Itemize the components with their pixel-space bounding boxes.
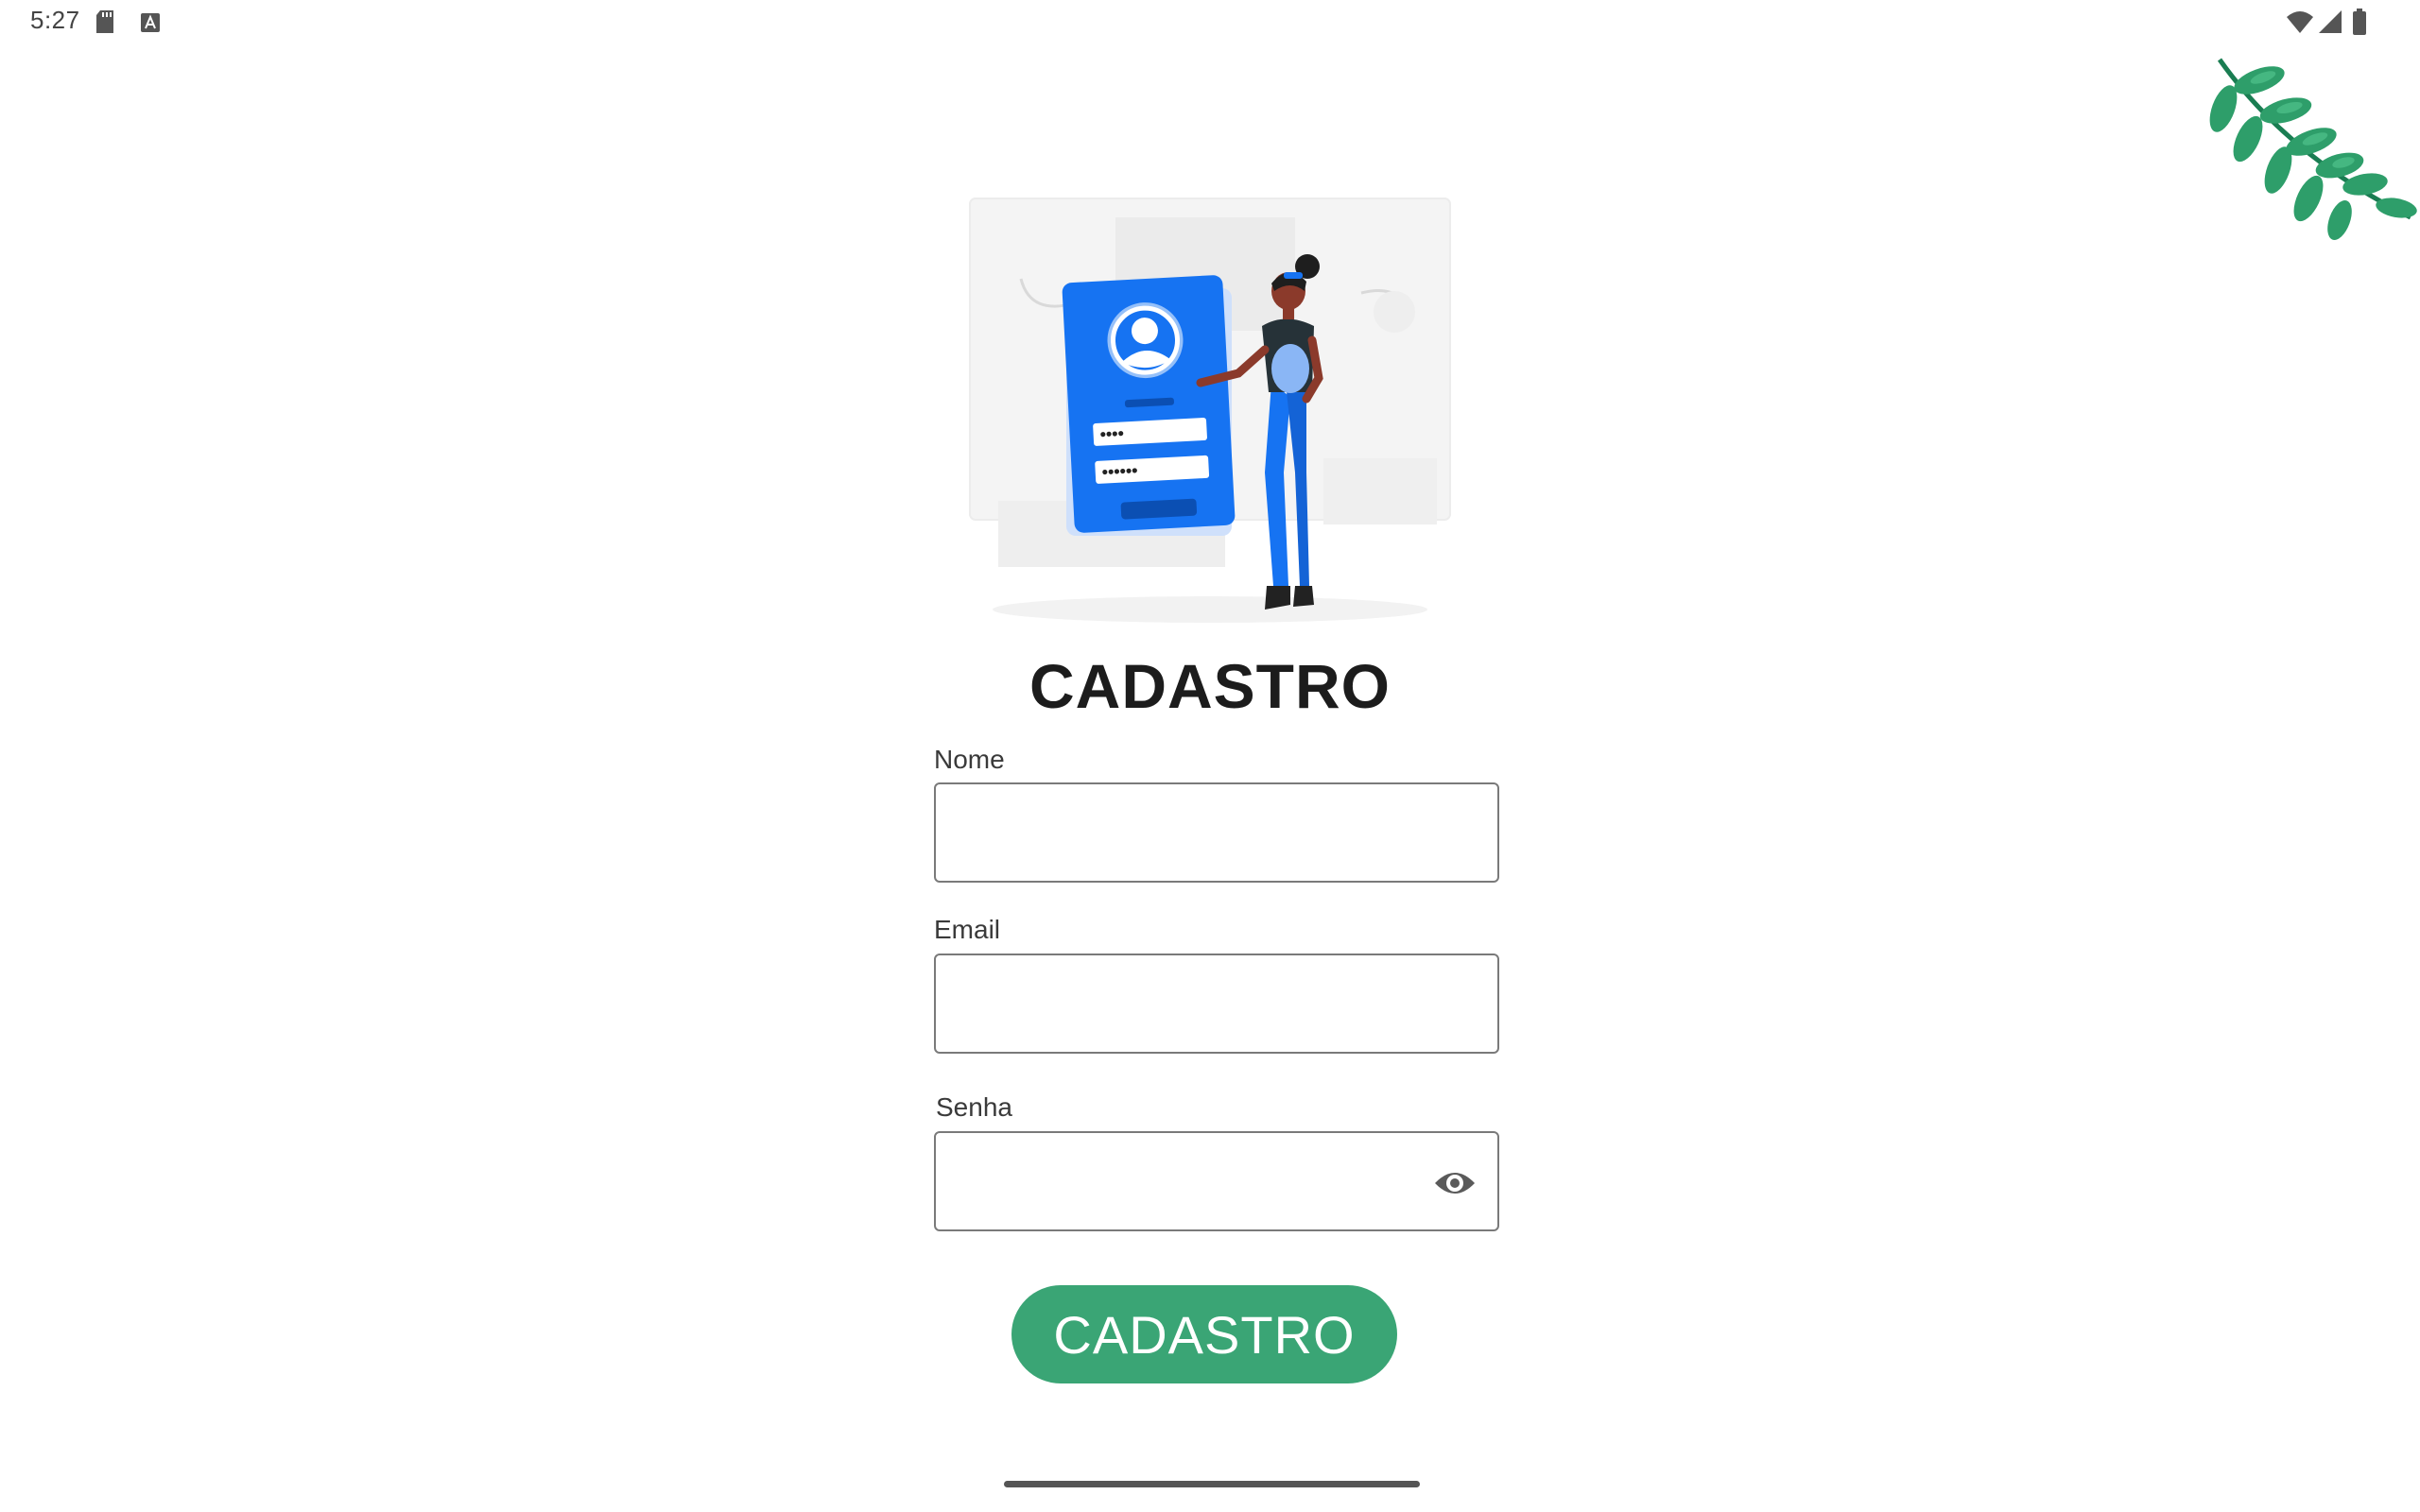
status-time: 5:27	[30, 6, 80, 34]
name-label: Nome	[934, 745, 1005, 774]
email-label: Email	[934, 915, 1001, 944]
cellular-signal-icon	[2319, 10, 2342, 33]
status-bar: 5:27	[0, 0, 2420, 45]
password-field[interactable]	[934, 1131, 1499, 1231]
eye-icon[interactable]	[1433, 1164, 1477, 1202]
email-field[interactable]	[934, 954, 1499, 1054]
page-title: CADASTRO	[1029, 651, 1391, 721]
wifi-icon	[2287, 11, 2313, 33]
keyboard-a-icon	[141, 13, 160, 32]
illustration-dots-short: ••••	[1099, 423, 1124, 443]
signup-illustration: •••• ••••••	[969, 198, 1451, 623]
leaf-branch-icon	[2209, 58, 2417, 241]
name-input[interactable]	[959, 784, 1420, 883]
signup-screen: 5:27 •••• •••••• CADASTRO Nome Email Sen…	[0, 0, 2420, 1512]
password-input[interactable]	[959, 1133, 1420, 1231]
battery-icon	[2353, 9, 2366, 35]
home-indicator[interactable]	[1004, 1481, 1420, 1487]
signup-button[interactable]: CADASTRO	[1011, 1285, 1397, 1383]
password-label: Senha	[936, 1092, 1012, 1122]
name-field[interactable]	[934, 782, 1499, 883]
email-input[interactable]	[959, 955, 1420, 1054]
illustration-dots-long: ••••••	[1101, 461, 1138, 482]
sd-card-icon	[96, 10, 113, 33]
